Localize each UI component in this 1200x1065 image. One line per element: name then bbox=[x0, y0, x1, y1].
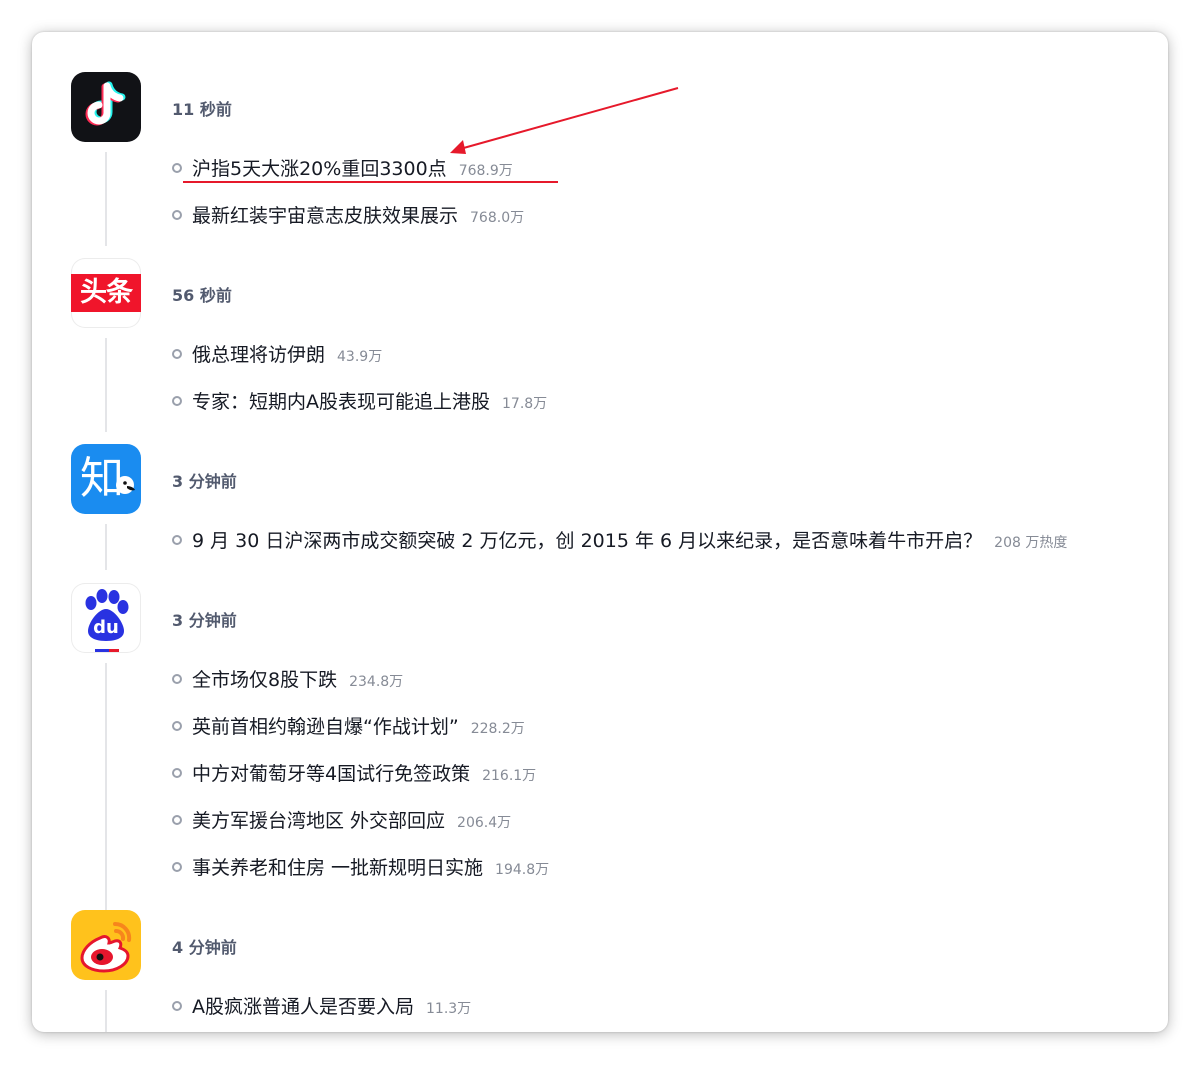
bullet-icon bbox=[172, 349, 182, 359]
item-title[interactable]: 最新红装宇宙意志皮肤效果展示 bbox=[192, 205, 458, 227]
item-link[interactable]: 美方军援台湾地区 外交部回应 206.4万 bbox=[192, 806, 511, 833]
update-time: 56 秒前 bbox=[172, 286, 232, 305]
item-title[interactable]: 美方军援台湾地区 外交部回应 bbox=[192, 810, 445, 832]
bullet-icon bbox=[172, 210, 182, 220]
bullet-icon bbox=[172, 396, 182, 406]
item-title[interactable]: A股疯涨普通人是否要入局 bbox=[192, 996, 414, 1018]
annotation-arrowhead-icon bbox=[450, 140, 466, 154]
item-link[interactable]: A股疯涨普通人是否要入局 11.3万 bbox=[192, 992, 471, 1019]
item-link[interactable]: 全市场仅8股下跌 234.8万 bbox=[192, 665, 403, 692]
update-time: 11 秒前 bbox=[172, 100, 232, 119]
item-link[interactable]: 俄总理将访伊朗 43.9万 bbox=[192, 340, 382, 367]
item-link[interactable]: 中方对葡萄牙等4国试行免签政策 216.1万 bbox=[192, 759, 536, 786]
timeline-line bbox=[105, 152, 107, 246]
timeline-line bbox=[105, 990, 107, 1032]
item-link[interactable]: 9 月 30 日沪深两市成交额突破 2 万亿元，创 2015 年 6 月以来纪录… bbox=[192, 526, 1067, 553]
heat-value: 17.8万 bbox=[502, 396, 548, 412]
timeline-line bbox=[105, 663, 107, 944]
timeline-line bbox=[105, 338, 107, 432]
update-time: 3 分钟前 bbox=[172, 611, 237, 630]
toutiao-logo-text: 头条 bbox=[80, 277, 133, 308]
bullet-icon bbox=[172, 862, 182, 872]
zhihu-logo-icon[interactable]: 知 bbox=[71, 444, 141, 514]
bullet-icon bbox=[172, 674, 182, 684]
heat-value: 206.4万 bbox=[457, 815, 512, 831]
hot-feed-card: 11 秒前 沪指5天大涨20%重回3300点 768.9万 最新红装宇宙意志皮肤效… bbox=[32, 32, 1168, 1032]
item-title[interactable]: 沪指5天大涨20%重回3300点 bbox=[192, 158, 447, 180]
item-link[interactable]: 英前首相约翰逊自爆“作战计划” 228.2万 bbox=[192, 712, 525, 739]
heat-value: 194.8万 bbox=[495, 862, 550, 878]
item-title[interactable]: 9 月 30 日沪深两市成交额突破 2 万亿元，创 2015 年 6 月以来纪录… bbox=[192, 530, 982, 552]
bullet-icon bbox=[172, 768, 182, 778]
heat-value: 768.9万 bbox=[458, 163, 513, 179]
bullet-icon bbox=[172, 163, 182, 173]
bullet-icon bbox=[172, 721, 182, 731]
toutiao-logo-icon[interactable]: 头条 bbox=[71, 258, 141, 328]
item-title[interactable]: 全市场仅8股下跌 bbox=[192, 669, 337, 691]
item-title[interactable]: 俄总理将访伊朗 bbox=[192, 344, 325, 366]
item-link[interactable]: 事关养老和住房 一批新规明日实施 194.8万 bbox=[192, 853, 549, 880]
item-link[interactable]: 最新红装宇宙意志皮肤效果展示 768.0万 bbox=[192, 201, 524, 228]
item-title[interactable]: 事关养老和住房 一批新规明日实施 bbox=[192, 857, 483, 879]
item-title[interactable]: 中方对葡萄牙等4国试行免签政策 bbox=[192, 763, 470, 785]
heat-value: 768.0万 bbox=[470, 210, 525, 226]
annotation-arrow-icon bbox=[459, 87, 679, 150]
bullet-icon bbox=[172, 1001, 182, 1011]
update-time: 4 分钟前 bbox=[172, 938, 237, 957]
heat-value: 234.8万 bbox=[349, 674, 404, 690]
baidu-logo-text: du bbox=[93, 617, 119, 638]
weibo-logo-icon[interactable] bbox=[71, 910, 141, 980]
item-title[interactable]: 英前首相约翰逊自爆“作战计划” bbox=[192, 716, 459, 738]
item-link[interactable]: 专家：短期内A股表现可能追上港股 17.8万 bbox=[192, 387, 547, 414]
item-link[interactable]: 沪指5天大涨20%重回3300点 768.9万 bbox=[192, 154, 513, 181]
heat-value: 216.1万 bbox=[482, 768, 537, 784]
bullet-icon bbox=[172, 535, 182, 545]
baidu-logo-icon[interactable]: du bbox=[71, 583, 141, 653]
heat-value: 208 万热度 bbox=[994, 535, 1068, 551]
item-title[interactable]: 专家：短期内A股表现可能追上港股 bbox=[192, 391, 490, 413]
timeline-line bbox=[105, 524, 107, 570]
heat-value: 11.3万 bbox=[426, 1001, 472, 1017]
update-time: 3 分钟前 bbox=[172, 472, 237, 491]
heat-value: 228.2万 bbox=[470, 721, 525, 737]
douyin-logo-icon[interactable] bbox=[71, 72, 141, 142]
heat-value: 43.9万 bbox=[337, 349, 383, 365]
bullet-icon bbox=[172, 815, 182, 825]
